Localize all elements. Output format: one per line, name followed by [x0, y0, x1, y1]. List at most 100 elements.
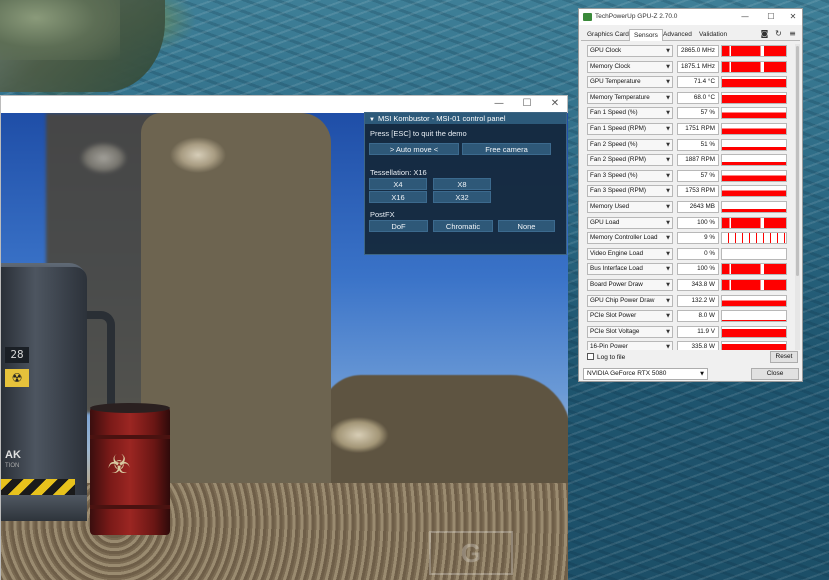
sensor-graph [721, 232, 787, 245]
sensor-label[interactable]: GPU Clock ▼ [587, 45, 673, 57]
collapse-triangle-icon[interactable]: ▼ [369, 117, 375, 123]
chevron-down-icon[interactable]: ▼ [666, 46, 670, 56]
machine-sublabel: TION [5, 463, 20, 469]
gpuz-titlebar[interactable]: TechPowerUp GPU-Z 2.70.0 — ☐ ✕ [579, 9, 802, 25]
chevron-down-icon[interactable]: ▼ [666, 327, 670, 337]
close-button[interactable]: Close [751, 368, 799, 380]
tab-graphics-card[interactable]: Graphics Card [583, 29, 633, 41]
close-icon[interactable]: ✕ [541, 97, 569, 111]
sensor-label[interactable]: GPU Chip Power Draw ▼ [587, 294, 673, 307]
chevron-down-icon[interactable]: ▼ [666, 280, 670, 290]
sensor-scrollbar[interactable] [795, 44, 800, 350]
sensor-graph [721, 123, 787, 135]
sensor-label[interactable]: Fan 1 Speed (RPM) ▼ [587, 123, 673, 135]
menu-icon[interactable]: ≡ [787, 28, 798, 39]
tess-x32-button[interactable]: X32 [433, 191, 491, 203]
chevron-down-icon[interactable]: ▼ [666, 233, 670, 243]
sensor-label[interactable]: Memory Temperature ▼ [587, 91, 673, 104]
hazard-stripes [1, 479, 75, 495]
camera-icon[interactable]: ◙ [759, 28, 770, 39]
sensor-label[interactable]: Fan 3 Speed (%) ▼ [587, 169, 673, 182]
sensor-value: 335.8 W [677, 341, 719, 350]
gpu-select-dropdown[interactable]: NVIDIA GeForce RTX 5080 ▼ [583, 368, 708, 380]
machine-counter: 28 [5, 347, 29, 363]
kombustor-titlebar[interactable]: — ☐ ✕ [1, 96, 567, 112]
close-icon[interactable]: ✕ [785, 9, 801, 25]
log-to-file-checkbox[interactable] [587, 353, 594, 360]
chevron-down-icon[interactable]: ▼ [666, 62, 670, 72]
sensor-value: 1875.1 MHz [677, 60, 719, 73]
chevron-down-icon[interactable]: ▼ [666, 218, 670, 228]
refresh-icon[interactable]: ↻ [773, 28, 784, 39]
chevron-down-icon[interactable]: ▼ [666, 311, 670, 321]
free-camera-button[interactable]: Free camera [462, 143, 551, 155]
sensor-value: 132.2 W [677, 294, 719, 307]
radiation-icon: ☢ [5, 369, 29, 387]
sensor-label[interactable]: Fan 2 Speed (%) ▼ [587, 138, 673, 151]
control-panel-titlebar[interactable]: ▼ MSI Kombustor - MSI-01 control panel [365, 113, 566, 124]
chevron-down-icon[interactable]: ▼ [666, 202, 670, 212]
sensor-label[interactable]: GPU Temperature ▼ [587, 76, 673, 89]
sensor-row: Fan 1 Speed (RPM) ▼ 1751 RPM [585, 122, 795, 136]
sensor-label[interactable]: Video Engine Load ▼ [587, 247, 673, 260]
postfx-chromatic-button[interactable]: Chromatic [433, 220, 493, 232]
maximize-icon[interactable]: ☐ [763, 9, 779, 25]
auto-move-button[interactable]: > Auto move < [369, 143, 459, 155]
sensor-graph [721, 185, 787, 198]
sensor-label[interactable]: PCIe Slot Voltage ▼ [587, 325, 673, 338]
chevron-down-icon[interactable]: ▼ [666, 77, 670, 87]
sensor-graph [721, 60, 787, 73]
chevron-down-icon[interactable]: ▼ [666, 186, 670, 196]
chevron-down-icon[interactable]: ▼ [666, 155, 670, 165]
tess-x16-button[interactable]: X16 [369, 191, 427, 203]
sensor-label[interactable]: Fan 3 Speed (RPM) ▼ [587, 185, 673, 198]
sensor-label[interactable]: Memory Clock ▼ [587, 60, 673, 73]
sensor-value: 343.8 W [677, 279, 719, 291]
gpuz-window[interactable]: TechPowerUp GPU-Z 2.70.0 — ☐ ✕ Graphics … [578, 8, 803, 382]
chevron-down-icon[interactable]: ▼ [666, 296, 670, 306]
maximize-icon[interactable]: ☐ [513, 97, 541, 111]
tab-sensors[interactable]: Sensors [629, 29, 663, 41]
minimize-icon[interactable]: — [737, 9, 753, 25]
tab-advanced[interactable]: Advanced [659, 29, 696, 41]
minimize-icon[interactable]: — [485, 97, 513, 111]
postfx-dof-button[interactable]: DoF [369, 220, 428, 232]
quit-hint: Press [ESC] to quit the demo [370, 129, 467, 138]
sensor-label[interactable]: 16-Pin Power ▼ [587, 341, 673, 350]
sensor-label[interactable]: Memory Used ▼ [587, 201, 673, 213]
chevron-down-icon[interactable]: ▼ [666, 124, 670, 134]
chevron-down-icon[interactable]: ▼ [666, 342, 670, 350]
sensor-row: 16-Pin Power ▼ 335.8 W [585, 340, 795, 350]
biohazard-icon: ☣ [107, 450, 131, 480]
sensor-row: GPU Load ▼ 100 % [585, 216, 795, 230]
sensor-label[interactable]: Fan 2 Speed (RPM) ▼ [587, 154, 673, 167]
chevron-down-icon[interactable]: ▼ [666, 108, 670, 118]
sensor-label[interactable]: PCIe Slot Power ▼ [587, 310, 673, 323]
log-to-file-option[interactable]: Log to file [587, 353, 625, 362]
sensor-value: 100 % [677, 216, 719, 229]
reset-button[interactable]: Reset [770, 351, 798, 363]
tess-x8-button[interactable]: X8 [433, 178, 491, 190]
barrel-band [90, 505, 170, 509]
postfx-none-button[interactable]: None [498, 220, 555, 232]
tess-x4-button[interactable]: X4 [369, 178, 427, 190]
sensor-list[interactable]: GPU Clock ▼ 2865.0 MHz Memory Clock ▼ 1875.1 … [585, 44, 795, 350]
scroll-thumb[interactable] [796, 46, 799, 276]
sensor-label[interactable]: Board Power Draw ▼ [587, 279, 673, 291]
sensor-label[interactable]: Fan 1 Speed (%) ▼ [587, 107, 673, 120]
sensor-label[interactable]: GPU Load ▼ [587, 216, 673, 229]
tab-validation[interactable]: Validation [695, 29, 731, 41]
sensor-label[interactable]: Bus Interface Load ▼ [587, 263, 673, 276]
sensor-label[interactable]: Memory Controller Load ▼ [587, 232, 673, 245]
sensor-row: Video Engine Load ▼ 0 % [585, 247, 795, 261]
chevron-down-icon[interactable]: ▼ [666, 249, 670, 259]
sensor-row: Memory Clock ▼ 1875.1 MHz [585, 60, 795, 74]
chevron-down-icon[interactable]: ▼ [666, 171, 670, 181]
chevron-down-icon[interactable]: ▼ [666, 140, 670, 150]
sensor-value: 1753 RPM [677, 185, 719, 198]
sensor-graph [721, 76, 787, 89]
chevron-down-icon[interactable]: ▼ [666, 264, 670, 274]
control-panel[interactable]: ▼ MSI Kombustor - MSI-01 control panel Pr… [364, 112, 567, 255]
wallpaper-cliff-highlight [0, 0, 120, 60]
chevron-down-icon[interactable]: ▼ [666, 93, 670, 103]
